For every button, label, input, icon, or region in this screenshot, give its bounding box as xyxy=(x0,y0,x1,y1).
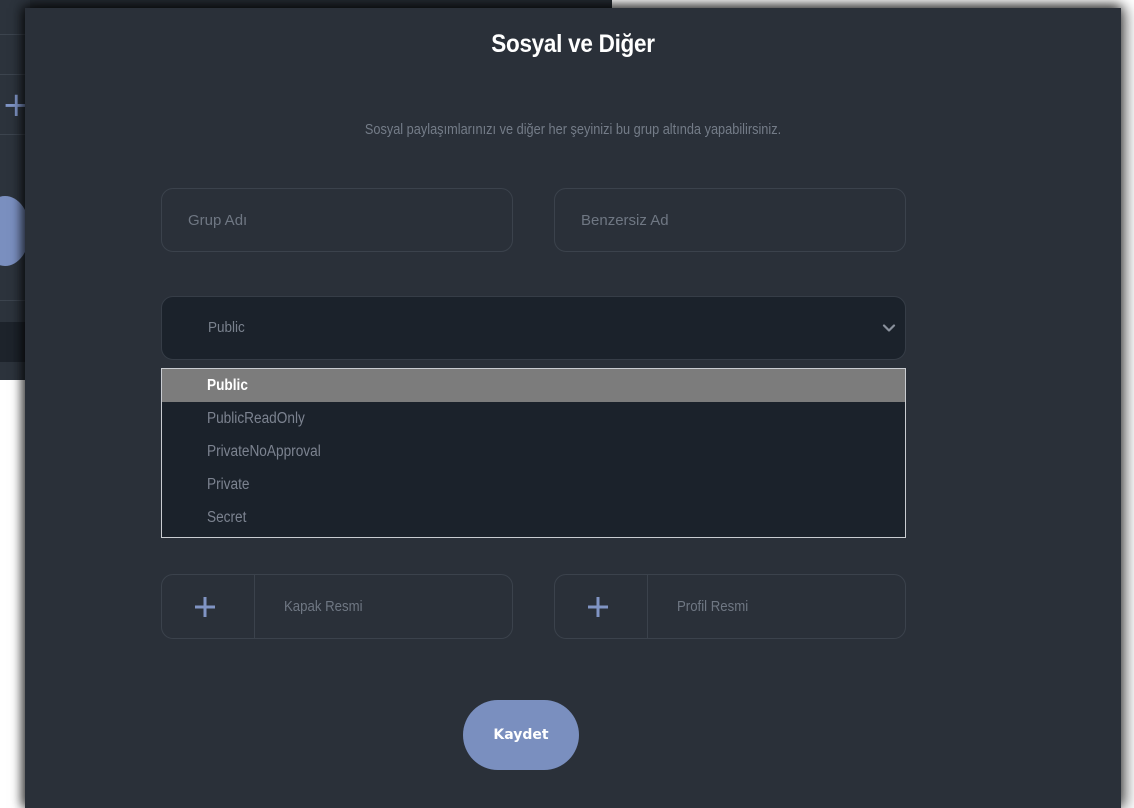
option-label: PrivateNoApproval xyxy=(207,443,321,460)
option-label: Private xyxy=(207,476,250,493)
privacy-option-private-no-approval[interactable]: PrivateNoApproval xyxy=(162,435,905,468)
privacy-options-list: Public PublicReadOnly PrivateNoApproval … xyxy=(161,368,906,538)
group-create-modal: Sosyal ve Diğer Sosyal paylaşımlarınızı … xyxy=(25,8,1121,808)
option-label: Public xyxy=(207,377,248,394)
privacy-option-public-read-only[interactable]: PublicReadOnly xyxy=(162,402,905,435)
unique-name-input[interactable] xyxy=(554,188,906,252)
chevron-down-icon xyxy=(882,324,896,332)
cover-image-upload[interactable]: Kapak Resmi xyxy=(161,574,513,639)
plus-icon xyxy=(195,597,215,617)
cover-image-label: Kapak Resmi xyxy=(284,598,363,615)
screen: + Sosyal ve Diğer Sosyal paylaşımlarınız… xyxy=(0,0,1134,808)
group-name-input[interactable] xyxy=(161,188,513,252)
option-label: Secret xyxy=(207,509,247,526)
privacy-select[interactable]: Public xyxy=(161,296,906,360)
privacy-option-public[interactable]: Public xyxy=(162,369,905,402)
option-label: PublicReadOnly xyxy=(207,410,305,427)
profile-image-upload[interactable]: Profil Resmi xyxy=(554,574,906,639)
modal-title: Sosyal ve Diğer xyxy=(491,30,655,58)
modal-subtitle: Sosyal paylaşımlarınızı ve diğer her şey… xyxy=(364,122,782,138)
profile-image-label: Profil Resmi xyxy=(677,598,749,615)
privacy-option-secret[interactable]: Secret xyxy=(162,501,905,534)
profile-image-add-cell[interactable] xyxy=(555,575,648,638)
privacy-select-value: Public xyxy=(208,319,245,336)
privacy-option-private[interactable]: Private xyxy=(162,468,905,501)
cover-image-add-cell[interactable] xyxy=(162,575,255,638)
plus-icon xyxy=(588,597,608,617)
save-button[interactable]: Kaydet xyxy=(463,700,579,770)
